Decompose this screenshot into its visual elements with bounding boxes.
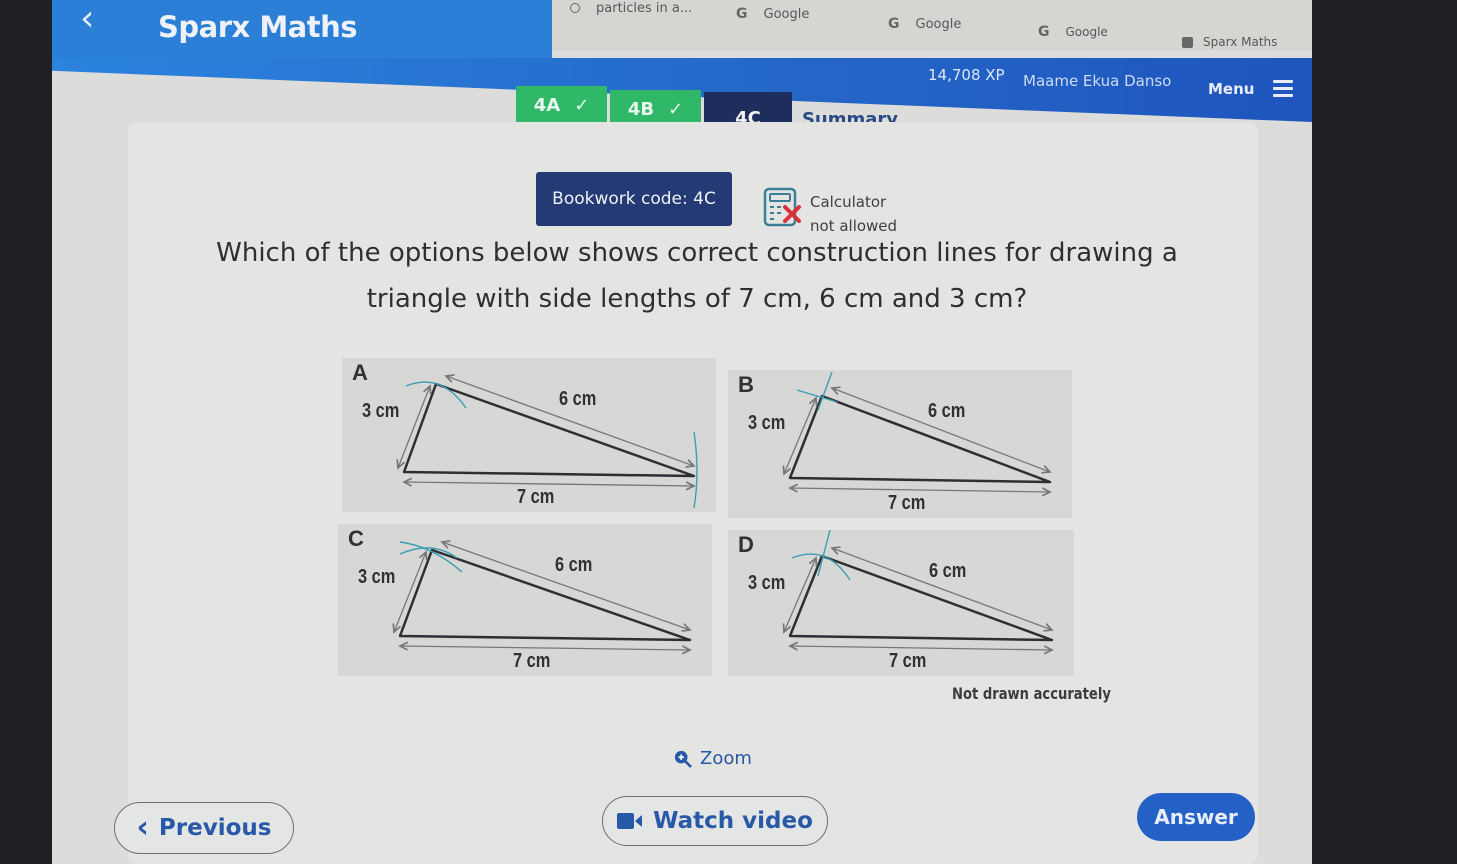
zoom-in-icon	[674, 750, 692, 768]
question-line: triangle with side lengths of 7 cm, 6 cm…	[366, 284, 1028, 314]
option-a[interactable]: A 3 cm 6 cm 7 cm	[342, 358, 716, 512]
dimension-arrow-short	[784, 398, 816, 474]
check-icon: ✓	[574, 94, 590, 116]
side-label-base: 7 cm	[517, 486, 555, 508]
tab-label: 4B	[627, 98, 655, 120]
triangle-edge	[788, 554, 1054, 642]
tab-label: 4A	[533, 94, 561, 116]
side-label-long: 6 cm	[555, 554, 593, 576]
dimension-arrow-short	[784, 558, 816, 632]
watch-video-button[interactable]: Watch video	[602, 796, 828, 846]
dimension-arrow-short	[394, 552, 426, 632]
zoom-label: Zoom	[700, 748, 752, 769]
chevron-left-icon[interactable]: ‹	[80, 1, 108, 38]
previous-button[interactable]: ‹ Previous	[114, 802, 294, 854]
construction-line	[817, 530, 831, 577]
check-icon: ✓	[668, 98, 684, 120]
option-b[interactable]: B 3 cm 6 cm 7 cm	[728, 370, 1072, 518]
app-title: Sparx Maths	[158, 10, 358, 44]
side-label-short: 3 cm	[748, 572, 786, 594]
question-text: Which of the options below shows correct…	[202, 230, 1192, 322]
side-label-short: 3 cm	[358, 566, 396, 588]
calculator-label: Calculator	[810, 193, 887, 211]
option-letter: C	[348, 526, 364, 551]
bookwork-code: Bookwork code: 4C	[536, 172, 732, 226]
previous-label: Previous	[158, 815, 272, 841]
user-name[interactable]: Maame Ekua Danso	[1023, 72, 1171, 90]
option-letter: D	[738, 532, 754, 557]
option-letter: B	[738, 372, 754, 397]
construction-line	[817, 371, 833, 411]
tab-4a[interactable]: 4A ✓	[516, 86, 607, 124]
hamburger-icon[interactable]	[1273, 80, 1293, 100]
question-line: Which of the options below shows correct…	[216, 238, 1178, 268]
dimension-arrow-short	[398, 386, 430, 468]
browser-screen: particles in a... G Google G Google G Go…	[52, 0, 1312, 864]
side-label-base: 7 cm	[513, 650, 551, 672]
side-label-short: 3 cm	[748, 412, 786, 434]
xp-counter: 14,708 XP	[928, 66, 1005, 84]
menu-button[interactable]: Menu	[1208, 80, 1254, 98]
triangle-edge	[398, 548, 692, 642]
option-c[interactable]: C 3 cm 6 cm 7 cm	[338, 524, 712, 676]
triangle-edge	[402, 382, 696, 478]
side-label-long: 6 cm	[559, 388, 597, 410]
chevron-left-icon: ‹	[136, 810, 149, 845]
side-label-long: 6 cm	[929, 560, 967, 582]
construction-line	[796, 389, 838, 403]
side-label-base: 7 cm	[889, 650, 927, 672]
not-drawn-accurately-note: Not drawn accurately	[952, 684, 1111, 703]
construction-arc	[693, 431, 698, 509]
option-d[interactable]: D 3 cm 6 cm 7 cm	[728, 530, 1074, 676]
calculator-not-allowed-icon	[763, 187, 801, 227]
zoom-button[interactable]: Zoom	[674, 748, 752, 769]
watch-video-label: Watch video	[653, 808, 813, 834]
triangle-edge	[788, 394, 1052, 484]
side-label-short: 3 cm	[362, 400, 400, 422]
side-label-long: 6 cm	[928, 400, 966, 422]
option-letter: A	[352, 360, 368, 385]
answer-button[interactable]: Answer	[1137, 793, 1255, 841]
video-camera-icon	[617, 813, 643, 829]
side-label-base: 7 cm	[888, 492, 926, 514]
